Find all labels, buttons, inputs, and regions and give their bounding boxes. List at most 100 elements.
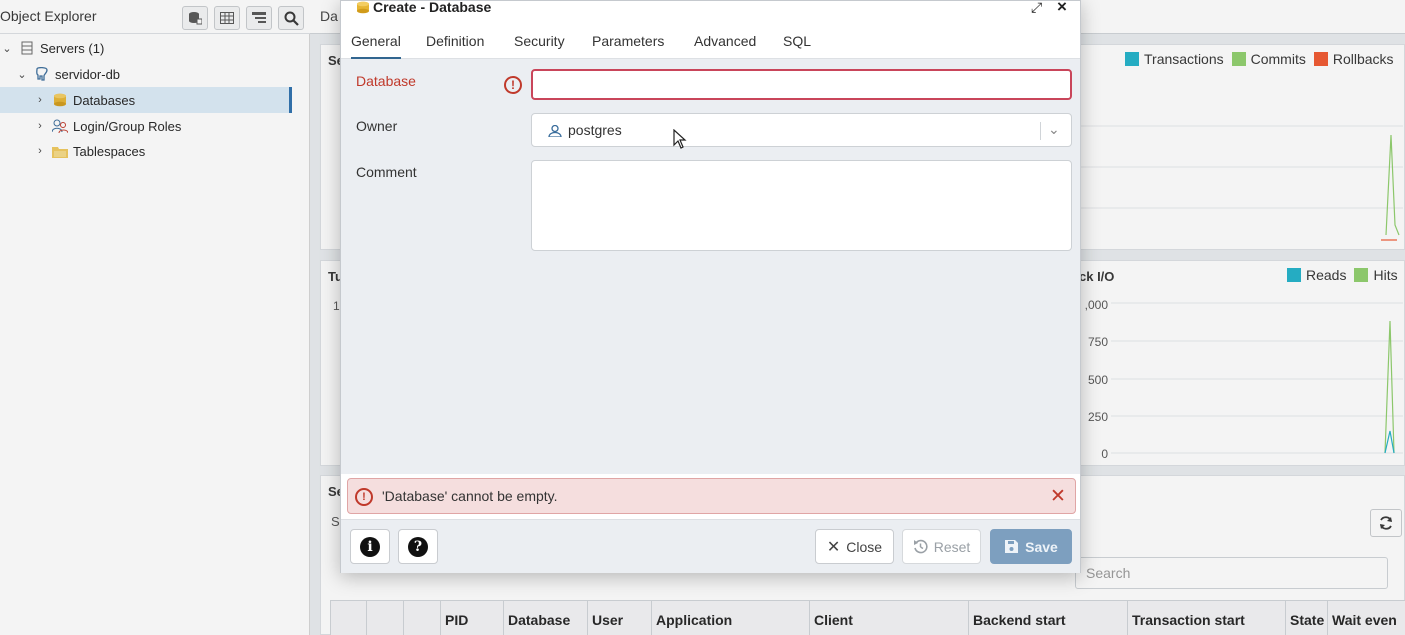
legend-swatch bbox=[1354, 268, 1369, 282]
column-header-state[interactable]: State bbox=[1285, 601, 1327, 635]
y-tick: 250 bbox=[1087, 410, 1108, 424]
column-header[interactable] bbox=[330, 601, 366, 635]
column-header-wait-event[interactable]: Wait even bbox=[1327, 601, 1405, 635]
y-tick: ,000 bbox=[1084, 298, 1108, 312]
server-elephant-icon bbox=[33, 67, 51, 81]
owner-selected-value: postgres bbox=[568, 122, 622, 138]
tab-advanced[interactable]: Advanced bbox=[694, 33, 756, 57]
user-icon bbox=[548, 124, 562, 140]
refresh-icon bbox=[1380, 516, 1392, 530]
column-header-application[interactable]: Application bbox=[651, 601, 809, 635]
chevron-down-icon[interactable]: ⌄ bbox=[0, 42, 14, 55]
database-icon bbox=[356, 1, 370, 17]
databases-icon bbox=[51, 93, 69, 107]
chevron-right-icon[interactable]: › bbox=[33, 94, 47, 106]
activity-table-header: PID Database User Application Client Bac… bbox=[330, 600, 1405, 635]
dismiss-error-icon[interactable]: ✕ bbox=[1050, 485, 1066, 508]
y-tick: 750 bbox=[1087, 335, 1108, 349]
maximize-icon[interactable]: ⤢ bbox=[1031, 0, 1042, 16]
tree-item-login-roles[interactable]: › Login/Group Roles bbox=[0, 113, 292, 139]
column-header-user[interactable]: User bbox=[587, 601, 651, 635]
chevron-down-icon[interactable]: ⌄ bbox=[15, 68, 29, 81]
panel-value: 1 bbox=[333, 299, 340, 313]
tree-item-label: Tablespaces bbox=[73, 143, 146, 159]
tree-item-servers[interactable]: ⌄ Servers (1) bbox=[0, 35, 292, 61]
view-data-button[interactable] bbox=[214, 6, 240, 30]
database-query-icon bbox=[189, 12, 202, 25]
column-header[interactable] bbox=[403, 601, 440, 635]
tree-item-server[interactable]: ⌄ servidor-db bbox=[0, 61, 292, 87]
tree-item-tablespaces[interactable]: › Tablespaces bbox=[0, 138, 292, 164]
dialog-footer: i ? ✕ Close Reset Save bbox=[341, 519, 1080, 573]
legend-item-transactions: Transactions bbox=[1125, 51, 1224, 67]
tree-item-databases[interactable]: › Databases bbox=[0, 87, 292, 113]
help-icon: ? bbox=[408, 536, 428, 557]
column-header[interactable] bbox=[366, 601, 403, 635]
select-divider bbox=[1040, 122, 1041, 140]
tab-general[interactable]: General bbox=[351, 33, 401, 60]
column-header-backend-start[interactable]: Backend start bbox=[968, 601, 1127, 635]
comment-textarea[interactable] bbox=[531, 160, 1072, 251]
legend-item-rollbacks: Rollbacks bbox=[1313, 51, 1394, 67]
tab-sql[interactable]: SQL bbox=[783, 33, 811, 57]
owner-select[interactable]: postgres ⌄ bbox=[531, 113, 1072, 147]
validation-error-bar: ! 'Database' cannot be empty. ✕ bbox=[347, 478, 1076, 514]
tab-security[interactable]: Security bbox=[514, 33, 565, 57]
dialog-tabs: General Definition Security Parameters A… bbox=[341, 27, 1080, 60]
chevron-right-icon[interactable]: › bbox=[33, 120, 47, 132]
dialog-titlebar[interactable]: Create - Database ⤢ × bbox=[341, 0, 1080, 19]
legend-item-reads: Reads bbox=[1287, 267, 1346, 283]
column-header-transaction-start[interactable]: Transaction start bbox=[1127, 601, 1285, 635]
close-icon[interactable]: × bbox=[1057, 0, 1067, 17]
column-header-database[interactable]: Database bbox=[503, 601, 587, 635]
error-icon: ! bbox=[504, 76, 522, 94]
tree-item-label: Servers (1) bbox=[40, 40, 105, 56]
info-button[interactable]: i bbox=[350, 529, 390, 564]
info-icon: i bbox=[360, 536, 380, 557]
legend-swatch bbox=[1287, 268, 1301, 282]
search-objects-button[interactable] bbox=[278, 6, 304, 30]
help-button[interactable]: ? bbox=[398, 529, 438, 564]
legend-swatch bbox=[1231, 52, 1246, 66]
table-icon bbox=[220, 12, 234, 24]
tab-definition[interactable]: Definition bbox=[426, 33, 484, 57]
owner-label: Owner bbox=[356, 118, 398, 134]
reset-icon bbox=[913, 539, 928, 554]
legend-item-commits: Commits bbox=[1231, 51, 1306, 67]
reset-button[interactable]: Reset bbox=[902, 529, 981, 564]
tablespaces-folder-icon bbox=[51, 144, 69, 158]
chevron-right-icon[interactable]: › bbox=[33, 145, 47, 157]
object-explorer-title: Object Explorer bbox=[0, 8, 97, 24]
column-header-pid[interactable]: PID bbox=[440, 601, 503, 635]
query-tool-button[interactable] bbox=[182, 6, 208, 30]
tree-item-label: servidor-db bbox=[55, 66, 121, 82]
comment-label: Comment bbox=[356, 164, 417, 180]
legend-swatch bbox=[1125, 52, 1139, 66]
activity-search-input[interactable]: Search bbox=[1075, 557, 1388, 589]
tree-item-label: Login/Group Roles bbox=[73, 118, 182, 134]
servers-icon bbox=[18, 41, 36, 55]
column-header-client[interactable]: Client bbox=[809, 601, 968, 635]
tab-dashboard[interactable]: Da bbox=[320, 8, 338, 24]
close-button[interactable]: ✕ Close bbox=[815, 529, 894, 564]
error-icon: ! bbox=[355, 488, 373, 506]
tab-parameters[interactable]: Parameters bbox=[592, 33, 664, 57]
mouse-cursor-icon bbox=[673, 128, 687, 152]
io-legend: Reads Hits bbox=[1279, 267, 1398, 283]
close-icon: ✕ bbox=[826, 538, 841, 556]
roles-icon bbox=[51, 119, 69, 133]
error-message: 'Database' cannot be empty. bbox=[382, 488, 558, 504]
save-button[interactable]: Save bbox=[990, 529, 1072, 564]
create-database-dialog: Create - Database ⤢ × General Definition… bbox=[340, 0, 1081, 573]
refresh-button[interactable] bbox=[1370, 509, 1402, 537]
y-tick: 0 bbox=[1101, 447, 1108, 461]
database-name-input[interactable] bbox=[531, 69, 1072, 100]
chevron-down-icon[interactable]: ⌄ bbox=[1048, 121, 1060, 138]
transactions-sparkline bbox=[1081, 125, 1403, 241]
activity-subtab[interactable]: S bbox=[331, 514, 340, 529]
save-icon bbox=[1005, 540, 1019, 553]
object-explorer-panel: Object Explorer ⌄ Servers (1) ⌄ servidor… bbox=[0, 0, 310, 635]
legend-swatch bbox=[1313, 52, 1328, 66]
filter-rows-button[interactable] bbox=[246, 6, 272, 30]
search-icon bbox=[284, 11, 299, 26]
